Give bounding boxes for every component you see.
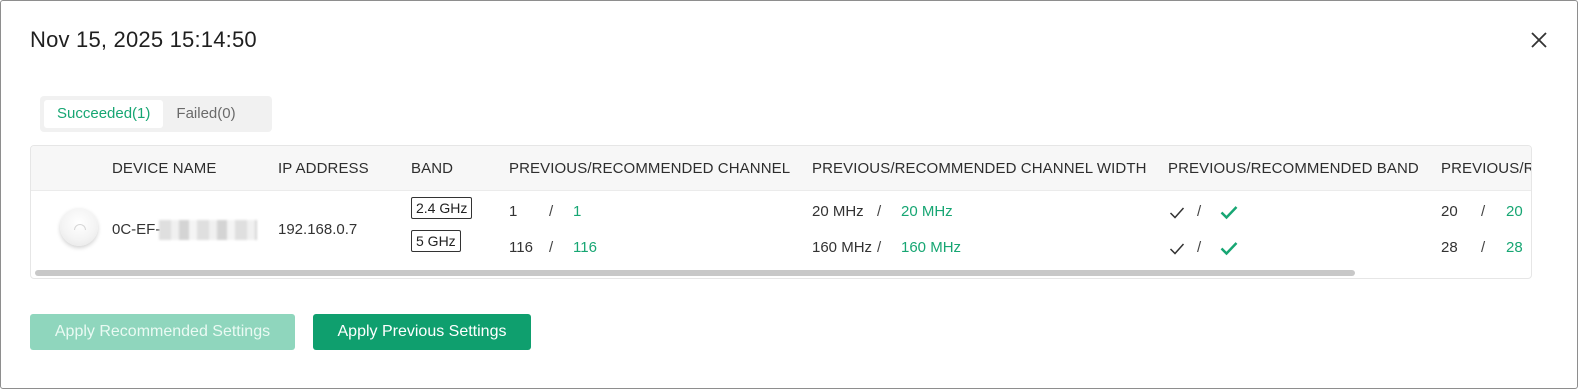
separator: / [877, 239, 882, 256]
device-name[interactable]: 0C-EF- [112, 221, 160, 238]
header-device-name: DEVICE NAME [112, 160, 217, 177]
last-prev-5: 28 [1441, 239, 1458, 256]
last-rec-24: 20 [1506, 203, 1523, 220]
header-channel-width: PREVIOUS/RECOMMENDED CHANNEL WIDTH [812, 160, 1147, 177]
separator: / [1197, 239, 1202, 256]
band-badge-24ghz: 2.4 GHz [411, 197, 473, 219]
tab-succeeded[interactable]: Succeeded(1) [44, 100, 164, 128]
tab-failed[interactable]: Failed(0) [163, 100, 248, 128]
header-ip-address: IP ADDRESS [278, 160, 369, 177]
separator: / [1481, 203, 1486, 220]
check-icon-green [1220, 205, 1238, 220]
results-table: DEVICE NAME IP ADDRESS BAND PREVIOUS/REC… [30, 145, 1532, 279]
channel-rec-24: 1 [573, 203, 582, 220]
apply-previous-button[interactable]: Apply Previous Settings [313, 314, 531, 350]
check-icon-green [1220, 241, 1238, 256]
ip-address: 192.168.0.7 [278, 221, 358, 238]
channel-prev-24: 1 [509, 203, 518, 220]
header-truncated-column: PREVIOUS/R [1441, 160, 1532, 177]
channel-rec-5: 116 [573, 239, 597, 256]
close-icon[interactable] [1528, 29, 1550, 51]
horizontal-scrollbar[interactable] [35, 270, 1355, 276]
device-avatar [60, 208, 98, 246]
channel-optimization-result-dialog: Nov 15, 2025 15:14:50 Succeeded(1) Faile… [0, 0, 1578, 389]
check-icon [1169, 206, 1187, 220]
channel-prev-5: 116 [509, 239, 533, 256]
dialog-title: Nov 15, 2025 15:14:50 [30, 27, 257, 52]
header-band: BAND [411, 160, 454, 177]
separator: / [877, 203, 882, 220]
separator: / [1481, 239, 1486, 256]
check-icon [1169, 242, 1187, 256]
header-band-status: PREVIOUS/RECOMMENDED BAND [1168, 160, 1419, 177]
separator: / [549, 203, 554, 220]
last-prev-24: 20 [1441, 203, 1458, 220]
band-badge-5ghz: 5 GHz [411, 230, 461, 252]
header-channel: PREVIOUS/RECOMMENDED CHANNEL [509, 160, 791, 177]
table-header: DEVICE NAME IP ADDRESS BAND PREVIOUS/REC… [31, 146, 1532, 191]
width-rec-5: 160 MHz [901, 239, 962, 256]
last-rec-5: 28 [1506, 239, 1523, 256]
width-prev-24: 20 MHz [812, 203, 864, 220]
width-rec-24: 20 MHz [901, 203, 953, 220]
apply-recommended-button[interactable]: Apply Recommended Settings [30, 314, 295, 350]
separator: / [1197, 203, 1202, 220]
result-tabs: Succeeded(1) Failed(0) [40, 96, 272, 132]
device-name-redacted [159, 220, 257, 240]
separator: / [549, 239, 554, 256]
width-prev-5: 160 MHz [812, 239, 873, 256]
